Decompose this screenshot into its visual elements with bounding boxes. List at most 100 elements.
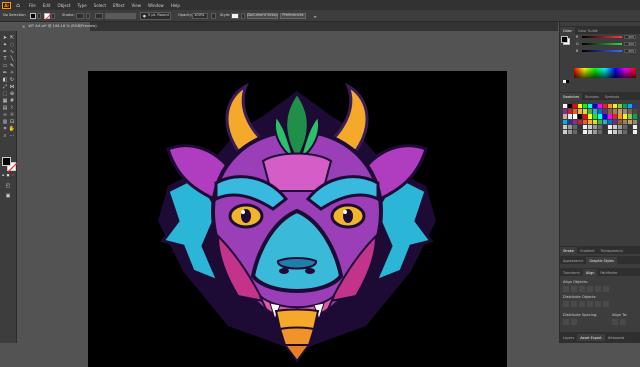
swatch[interactable]	[563, 130, 568, 135]
red-slider[interactable]: R 255	[576, 35, 638, 39]
swatch[interactable]	[578, 124, 583, 130]
dist-left-icon[interactable]	[587, 301, 593, 307]
magic-wand-tool-icon[interactable]: ✦	[2, 42, 8, 48]
swatch[interactable]	[608, 109, 613, 114]
swatch[interactable]	[588, 119, 593, 124]
swatch[interactable]	[603, 104, 608, 109]
swatch[interactable]	[568, 114, 573, 119]
swatch[interactable]	[623, 104, 628, 109]
swatch[interactable]	[568, 109, 573, 114]
type-tool-icon[interactable]: T	[2, 56, 8, 62]
dist-bottom-icon[interactable]	[579, 301, 585, 307]
swatch[interactable]	[603, 124, 608, 130]
swatch[interactable]	[628, 130, 633, 135]
dist-right-icon[interactable]	[603, 301, 609, 307]
stroke-weight-dropdown[interactable]	[86, 13, 90, 19]
swatch[interactable]	[588, 104, 593, 109]
column-graph-tool-icon[interactable]: ▥	[2, 119, 8, 125]
fill-swatch[interactable]	[30, 13, 36, 19]
width-tool-icon[interactable]: ⋈	[9, 84, 15, 90]
menu-help[interactable]: Help	[171, 3, 180, 8]
lasso-tool-icon[interactable]: ◌	[9, 42, 15, 48]
swatch[interactable]	[608, 104, 613, 109]
stroke-swatch[interactable]	[44, 13, 51, 20]
swatch[interactable]	[618, 130, 623, 135]
variable-width-profile[interactable]	[105, 13, 136, 19]
draw-mode-icon[interactable]: ◰	[5, 183, 11, 189]
eyedropper-tool-icon[interactable]: ⌇	[9, 105, 15, 111]
curvature-tool-icon[interactable]: ∿	[9, 49, 15, 55]
swatch[interactable]	[633, 124, 638, 130]
swatch[interactable]	[633, 104, 638, 109]
swatch[interactable]	[593, 124, 598, 130]
swatch[interactable]	[598, 109, 603, 114]
menu-window[interactable]: Window	[148, 3, 164, 8]
dist-top-icon[interactable]	[563, 301, 569, 307]
swatch[interactable]	[583, 119, 588, 124]
preferences-button[interactable]: Preferences	[280, 13, 306, 19]
swatch[interactable]	[578, 114, 583, 119]
swatch[interactable]	[588, 109, 593, 114]
swatch[interactable]	[598, 119, 603, 124]
document-tab[interactable]: × WT Art.ai* @ 106.16 % (RGB/Preview)	[18, 22, 97, 31]
swatch[interactable]	[603, 130, 608, 135]
align-objects-buttons[interactable]	[563, 286, 609, 292]
swatch[interactable]	[623, 119, 628, 124]
distribute-spacing-buttons[interactable]	[563, 319, 577, 325]
opacity-dropdown[interactable]	[211, 13, 216, 19]
tab-align[interactable]: Align	[582, 269, 598, 276]
green-value[interactable]: 255	[624, 42, 636, 46]
swatch[interactable]	[598, 104, 603, 109]
tab-transparency[interactable]: Transparency	[598, 247, 627, 254]
align-to-artboard-icon[interactable]	[620, 319, 626, 325]
swatch[interactable]	[603, 109, 608, 114]
perspective-grid-tool-icon[interactable]: ▦	[2, 98, 8, 104]
shaper-tool-icon[interactable]: ✧	[9, 70, 15, 76]
swatch[interactable]	[573, 124, 578, 130]
tab-brushes[interactable]: Brushes	[582, 93, 602, 100]
swatch[interactable]	[573, 114, 578, 119]
artboard-tool-icon[interactable]: ⊡	[9, 119, 15, 125]
swatch[interactable]	[608, 119, 613, 124]
align-to-selection-icon[interactable]	[612, 319, 618, 325]
space-horizontal-icon[interactable]	[571, 319, 577, 325]
swatch[interactable]	[578, 104, 583, 109]
swatch[interactable]	[598, 114, 603, 119]
swatch[interactable]	[573, 109, 578, 114]
tab-graphic-styles[interactable]: Graphic Styles	[586, 257, 617, 264]
swatch[interactable]	[623, 114, 628, 119]
default-colors-icon[interactable]: ▪	[1, 173, 5, 177]
swatch[interactable]	[628, 124, 633, 130]
fill-dropdown[interactable]	[37, 13, 41, 19]
swatch[interactable]	[563, 114, 568, 119]
distribute-objects-buttons[interactable]	[563, 301, 609, 307]
blend-tool-icon[interactable]: ∞	[2, 112, 8, 118]
document-setup-button[interactable]: Document Setup	[247, 13, 278, 19]
align-top-icon[interactable]	[587, 286, 593, 292]
swatch[interactable]	[573, 130, 578, 135]
swatch[interactable]	[598, 124, 603, 130]
space-vertical-icon[interactable]	[563, 319, 569, 325]
menu-edit[interactable]: Edit	[43, 3, 51, 8]
swatch[interactable]	[593, 109, 598, 114]
tab-stroke[interactable]: Stroke	[560, 247, 577, 254]
swatch[interactable]	[593, 119, 598, 124]
tab-appearance[interactable]: Appearance	[560, 257, 586, 264]
line-tool-icon[interactable]: ╲	[9, 56, 15, 62]
swatch[interactable]	[613, 124, 618, 130]
tab-artboards[interactable]: Artboards	[605, 334, 628, 341]
dist-vcenter-icon[interactable]	[571, 301, 577, 307]
swatch[interactable]	[568, 104, 573, 109]
gradient-tool-icon[interactable]: ▤	[2, 105, 8, 111]
variable-width-field[interactable]	[95, 13, 103, 19]
stroke-dropdown[interactable]	[51, 13, 55, 19]
canvas-area[interactable]	[18, 31, 558, 367]
tab-gradient[interactable]: Gradient	[577, 247, 598, 254]
tab-color[interactable]: Color	[560, 27, 575, 34]
align-bottom-icon[interactable]	[603, 286, 609, 292]
swatch[interactable]	[563, 119, 568, 124]
swatch[interactable]	[588, 124, 593, 130]
swatch[interactable]	[618, 104, 623, 109]
swatch[interactable]	[593, 130, 598, 135]
swatch[interactable]	[618, 114, 623, 119]
